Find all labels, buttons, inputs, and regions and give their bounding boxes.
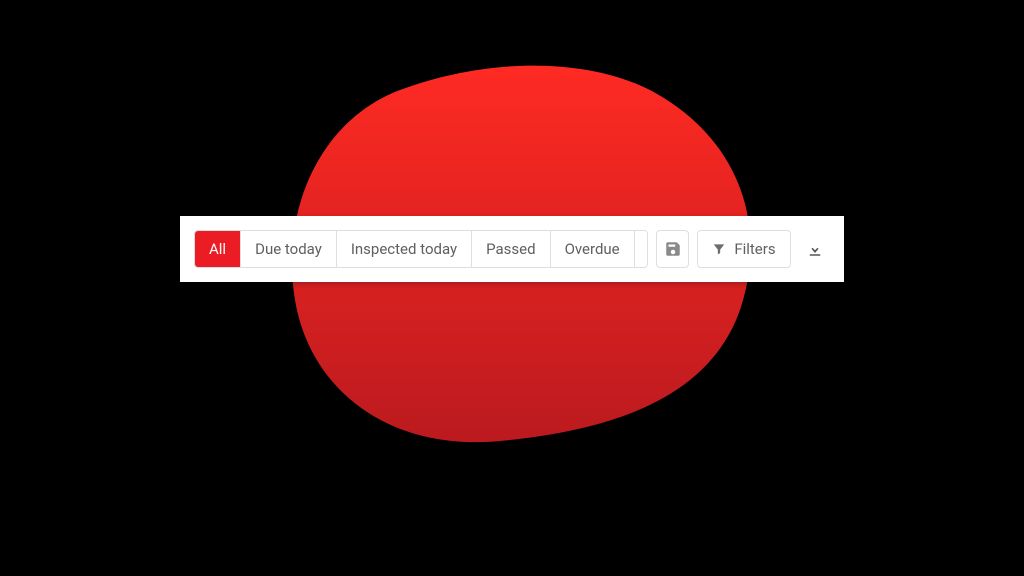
filters-button[interactable]: Filters: [697, 230, 790, 268]
tab-label: All: [209, 240, 226, 258]
tab-label: Passed: [486, 240, 535, 258]
download-icon: [806, 240, 824, 258]
tab-passed[interactable]: Passed: [472, 231, 550, 267]
tab-label: Inspected today: [351, 240, 457, 258]
save-button[interactable]: [656, 230, 689, 268]
download-button[interactable]: [801, 230, 830, 268]
filter-tabs-group: All Due today Inspected today Passed Ove…: [194, 230, 648, 268]
tab-label: Overdue: [565, 240, 620, 258]
filter-toolbar: All Due today Inspected today Passed Ove…: [180, 216, 844, 282]
tab-failed[interactable]: Failed: [635, 231, 649, 267]
save-icon: [664, 240, 682, 258]
funnel-icon: [712, 242, 726, 256]
filters-label: Filters: [734, 240, 775, 258]
tab-overdue[interactable]: Overdue: [551, 231, 635, 267]
tab-due-today[interactable]: Due today: [241, 231, 337, 267]
tab-inspected-today[interactable]: Inspected today: [337, 231, 472, 267]
tab-all[interactable]: All: [195, 231, 241, 267]
tab-label: Due today: [255, 240, 322, 258]
